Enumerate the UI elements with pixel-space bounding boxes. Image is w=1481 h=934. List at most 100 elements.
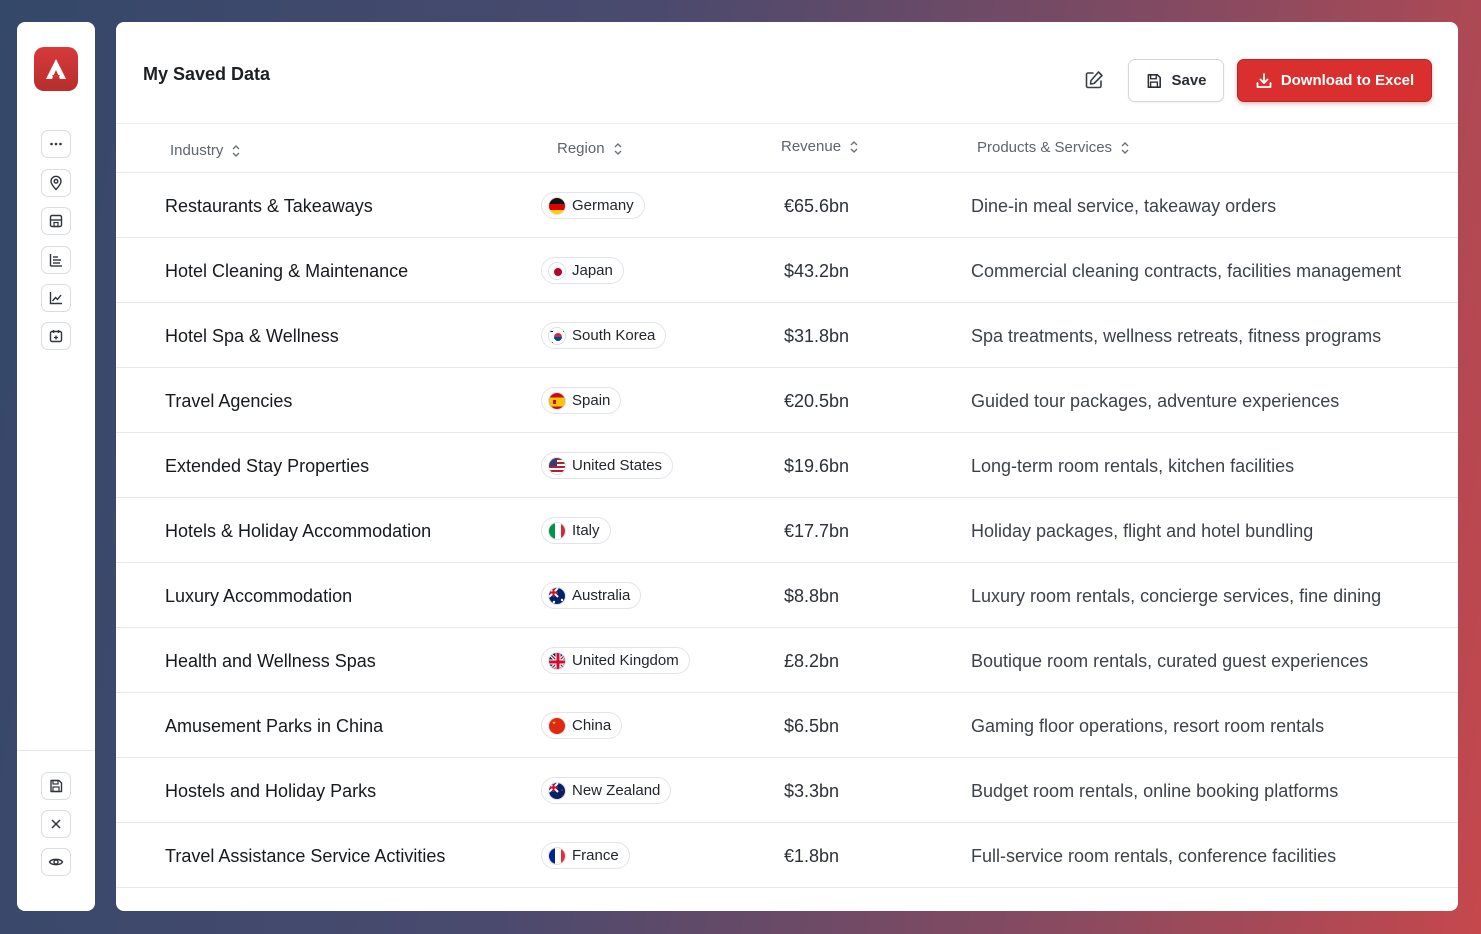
table-row[interactable]: Travel Assistance Service Activities Fran… bbox=[116, 823, 1458, 888]
region-badge: Germany bbox=[541, 192, 645, 219]
table-header: Industry Region Revenue Products & Servi… bbox=[116, 124, 1458, 172]
download-excel-button[interactable]: Download to Excel bbox=[1237, 59, 1432, 102]
region-label: United States bbox=[572, 457, 663, 474]
region-label: France bbox=[572, 847, 619, 864]
industry-cell: Restaurants & Takeaways bbox=[165, 196, 373, 216]
calendar-button[interactable] bbox=[41, 322, 71, 350]
column-header-revenue[interactable]: Revenue bbox=[781, 138, 859, 155]
gb-flag-icon bbox=[548, 651, 566, 670]
bar-chart-icon bbox=[49, 254, 62, 267]
industry-cell: Hotel Cleaning & Maintenance bbox=[165, 261, 409, 281]
app-logo[interactable] bbox=[34, 47, 78, 91]
table-row[interactable]: Hotel Spa & Wellness South Korea $31.8bn Sp… bbox=[116, 303, 1458, 368]
sidebar-close-button[interactable] bbox=[41, 810, 71, 838]
sidebar-divider bbox=[17, 750, 95, 751]
region-badge: Australia bbox=[541, 582, 642, 609]
region-badge: China bbox=[541, 712, 623, 739]
cn-flag-icon bbox=[548, 716, 566, 735]
main-panel: My Saved Data Save Download to Excel Ind… bbox=[116, 22, 1458, 911]
column-label: Region bbox=[557, 140, 605, 157]
location-button[interactable] bbox=[41, 169, 71, 197]
column-header-products[interactable]: Products & Services bbox=[977, 139, 1130, 156]
table-row[interactable]: Restaurants & Takeaways Germany €65.6bn Din… bbox=[116, 173, 1458, 238]
es-flag-icon bbox=[548, 391, 566, 410]
au-flag-icon bbox=[548, 586, 566, 605]
sidebar bbox=[17, 22, 95, 911]
bar-chart-button[interactable] bbox=[41, 246, 71, 274]
table-row[interactable]: Travel Agencies Spain €20.5bn Guided tour p… bbox=[116, 368, 1458, 433]
line-chart-icon bbox=[49, 292, 62, 305]
revenue-cell: $43.2bn bbox=[784, 261, 850, 281]
industry-cell: Hotels & Holiday Accommodation bbox=[165, 521, 432, 541]
column-label: Industry bbox=[170, 142, 224, 159]
region-label: Italy bbox=[572, 522, 600, 539]
products-cell: Luxury room rentals, concierge services,… bbox=[971, 586, 1382, 606]
calendar-plus-icon bbox=[49, 330, 63, 343]
products-cell: Full-service room rentals, conference fa… bbox=[971, 846, 1337, 866]
column-header-region[interactable]: Region bbox=[557, 140, 623, 157]
region-badge: Spain bbox=[541, 387, 622, 414]
products-cell: Guided tour packages, adventure experien… bbox=[971, 391, 1340, 411]
revenue-cell: €20.5bn bbox=[784, 391, 850, 411]
save-button[interactable]: Save bbox=[1128, 59, 1224, 102]
table-row[interactable]: Health and Wellness Spas United Kingdom £8… bbox=[116, 628, 1458, 693]
column-header-industry[interactable]: Industry bbox=[170, 142, 241, 159]
revenue-cell: €65.6bn bbox=[784, 196, 850, 216]
line-chart-button[interactable] bbox=[41, 284, 71, 312]
more-button[interactable] bbox=[41, 130, 71, 158]
products-cell: Boutique room rentals, curated guest exp… bbox=[971, 651, 1369, 671]
jp-flag-icon bbox=[548, 261, 566, 280]
products-cell: Commercial cleaning contracts, facilitie… bbox=[971, 261, 1402, 281]
revenue-cell: $8.8bn bbox=[784, 586, 840, 606]
region-label: South Korea bbox=[572, 327, 656, 344]
revenue-cell: €1.8bn bbox=[784, 846, 840, 866]
kr-flag-icon bbox=[548, 326, 566, 345]
table-row[interactable]: Hotels & Holiday Accommodation Italy €17.7… bbox=[116, 498, 1458, 563]
edit-button[interactable] bbox=[1082, 68, 1106, 92]
de-flag-icon bbox=[548, 196, 566, 215]
region-badge: United Kingdom bbox=[541, 647, 690, 674]
table-row[interactable]: Hotel Cleaning & Maintenance Japan $43.2bn… bbox=[116, 238, 1458, 303]
nz-flag-icon bbox=[548, 781, 566, 800]
more-icon bbox=[50, 142, 62, 146]
building-button[interactable] bbox=[41, 207, 71, 235]
industry-cell: Hotel Spa & Wellness bbox=[165, 326, 339, 346]
page-title: My Saved Data bbox=[143, 64, 271, 84]
products-cell: Gaming floor operations, resort room ren… bbox=[971, 716, 1325, 736]
sort-icon bbox=[614, 142, 622, 155]
products-cell: Holiday packages, flight and hotel bundl… bbox=[971, 521, 1314, 541]
products-cell: Long-term room rentals, kitchen faciliti… bbox=[971, 456, 1295, 476]
column-label: Products & Services bbox=[977, 139, 1113, 156]
map-pin-icon bbox=[50, 175, 62, 191]
column-label: Revenue bbox=[781, 138, 842, 155]
table-row[interactable]: Extended Stay Properties United States $19… bbox=[116, 433, 1458, 498]
building-icon bbox=[49, 214, 63, 228]
edit-icon bbox=[1085, 71, 1103, 89]
close-icon bbox=[51, 819, 61, 829]
industry-cell: Amusement Parks in China bbox=[165, 716, 384, 736]
table-row[interactable]: Luxury Accommodation Australia $8.8bn Luxur… bbox=[116, 563, 1458, 628]
sort-icon bbox=[850, 140, 858, 153]
products-cell: Spa treatments, wellness retreats, fitne… bbox=[971, 326, 1382, 346]
sort-icon bbox=[232, 144, 240, 157]
products-cell: Budget room rentals, online booking plat… bbox=[971, 781, 1339, 801]
region-label: Spain bbox=[572, 392, 611, 409]
industry-cell: Travel Assistance Service Activities bbox=[165, 846, 446, 866]
table-row[interactable]: Amusement Parks in China China $6.5bn Gamin… bbox=[116, 693, 1458, 758]
region-label: United Kingdom bbox=[572, 652, 679, 669]
revenue-cell: €17.7bn bbox=[784, 521, 850, 541]
industry-cell: Travel Agencies bbox=[165, 391, 293, 411]
region-badge: France bbox=[541, 842, 630, 869]
eye-icon bbox=[48, 858, 64, 866]
revenue-cell: $6.5bn bbox=[784, 716, 840, 736]
industry-cell: Health and Wellness Spas bbox=[165, 651, 376, 671]
table-body: Restaurants & Takeaways Germany €65.6bn Din… bbox=[116, 173, 1458, 888]
sort-icon bbox=[1121, 141, 1129, 154]
sidebar-save-button[interactable] bbox=[41, 772, 71, 800]
region-label: China bbox=[572, 717, 612, 734]
table-row[interactable]: Hostels and Holiday Parks New Zealand $3.3… bbox=[116, 758, 1458, 823]
region-badge: New Zealand bbox=[541, 777, 672, 804]
region-label: Australia bbox=[572, 587, 631, 604]
us-flag-icon bbox=[548, 456, 566, 475]
sidebar-view-button[interactable] bbox=[41, 848, 71, 876]
